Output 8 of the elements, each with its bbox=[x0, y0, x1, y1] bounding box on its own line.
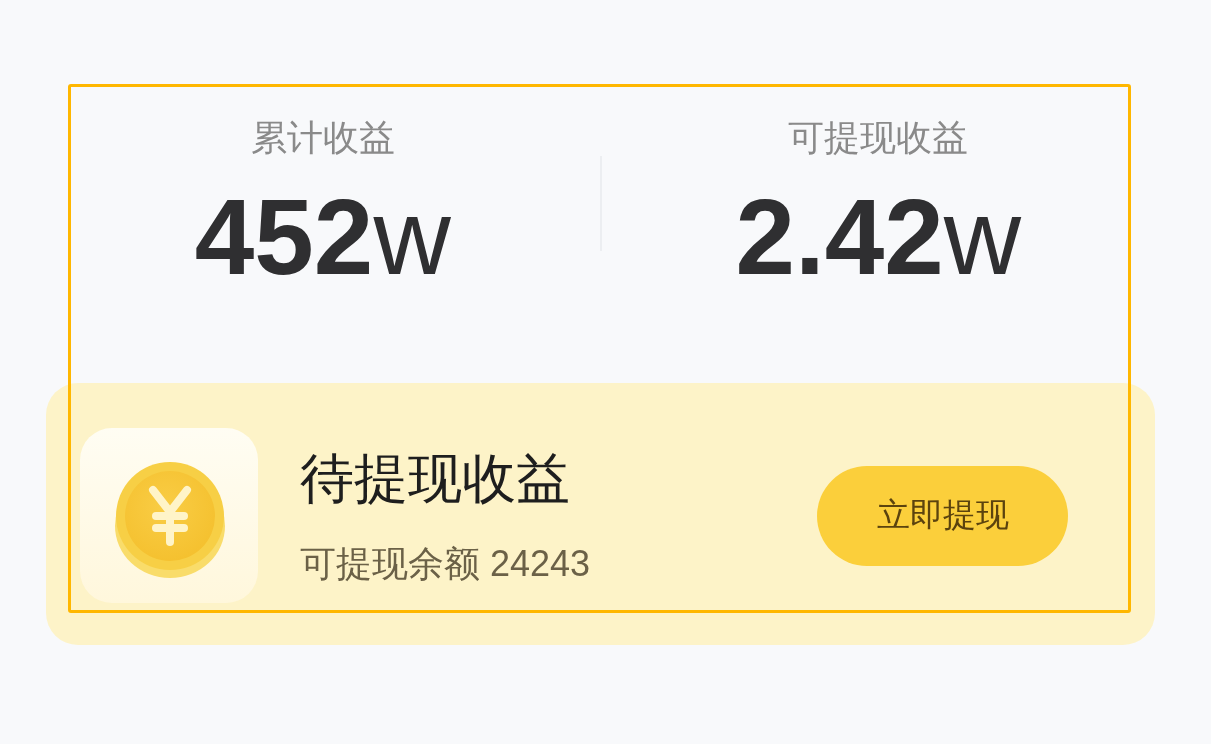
stat-value: 452w bbox=[194, 184, 451, 292]
withdrawable-balance: 可提现余额 24243 bbox=[300, 542, 591, 586]
pending-earnings-title: 待提现收益 bbox=[300, 447, 571, 511]
coin-icon bbox=[80, 428, 258, 604]
stat-label: 累计收益 bbox=[250, 116, 395, 160]
stat-label: 可提现收益 bbox=[788, 116, 969, 160]
stat-value: 2.42w bbox=[735, 184, 1021, 292]
withdraw-button[interactable]: 立即提现 bbox=[817, 465, 1068, 566]
